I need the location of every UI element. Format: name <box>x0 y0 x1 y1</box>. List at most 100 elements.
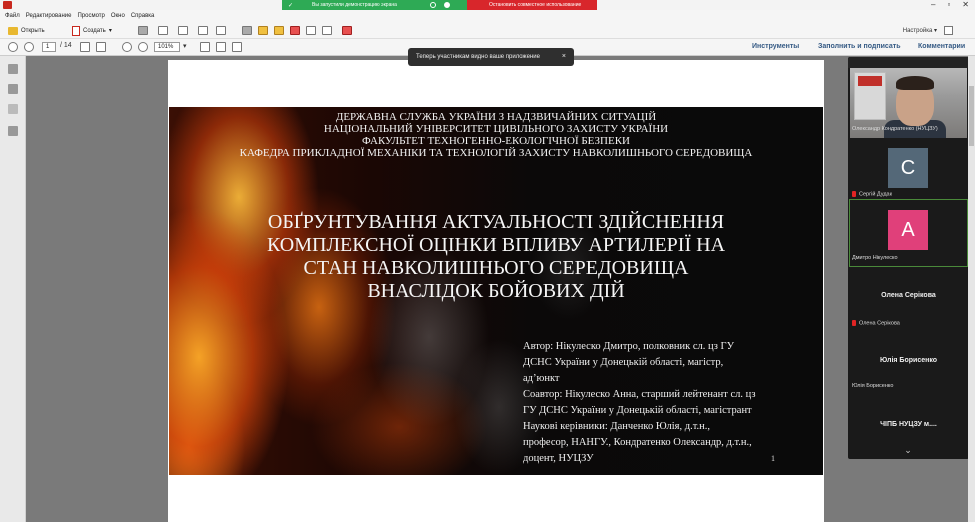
zoom-chevron-icon[interactable]: ▾ <box>183 42 187 50</box>
share-doc-icon[interactable] <box>342 26 352 35</box>
slide-page-number: 1 <box>771 454 775 463</box>
participant-name: Олександр Кондратенко (НУЦЗУ) <box>852 126 938 132</box>
zoom-out-icon[interactable] <box>122 42 132 52</box>
zoom-in-icon[interactable] <box>138 42 148 52</box>
menu-window[interactable]: Окно <box>111 13 125 19</box>
close-icon[interactable]: × <box>562 48 566 66</box>
comments-panel-link[interactable]: Комментарии <box>918 43 965 50</box>
author-line: ГУ ДСНС України у Донецькій області, маг… <box>523 405 752 416</box>
open-label: Открыть <box>21 27 45 34</box>
participants-panel: Олександр Кондратенко (НУЦЗУ) С Сергій Д… <box>848 57 969 459</box>
cloud-icon[interactable] <box>158 26 168 35</box>
acrobat-app-icon <box>3 1 12 9</box>
settings-dropdown[interactable]: Настройка ▾ <box>903 27 937 34</box>
title-line: ОБҐРУНТУВАННЯ АКТУАЛЬНОСТІ ЗДІЙСНЕННЯ <box>267 211 725 233</box>
zoom-level-select[interactable]: 101% <box>154 42 180 52</box>
header-line: ФАКУЛЬТЕТ ТЕХНОГЕННО-ЕКОЛОГІЧНОЇ БЕЗПЕКИ <box>362 135 630 147</box>
page-number-input[interactable]: 1 <box>42 42 56 52</box>
attach-icon[interactable] <box>306 26 316 35</box>
author-line: Наукові керівники: Данченко Юлія, д.т.н.… <box>523 421 711 432</box>
slide-author-block: Автор: Нікулеско Дмитро, полковник сл. ц… <box>523 339 803 467</box>
header-line: КАФЕДРА ПРИКЛАДНОЇ МЕХАНІКИ ТА ТЕХНОЛОГІ… <box>239 147 753 159</box>
share-tooltip: Теперь участникам видно ваше приложение … <box>408 48 574 66</box>
stop-share-button[interactable]: Остановить совместное использование <box>467 0 597 10</box>
presentation-slide: ДЕРЖАВНА СЛУЖБА УКРАЇНИ З НАДЗВИЧАЙНИХ С… <box>169 107 823 475</box>
participant-name: Дмитро Нікулеско <box>852 255 898 261</box>
menu-bar: Файл Редактирование Просмотр Окно Справк… <box>0 10 975 22</box>
author-line: доцент, НУЦЗУ <box>523 453 594 464</box>
menu-help[interactable]: Справка <box>131 13 155 19</box>
fit-width-icon[interactable] <box>200 42 210 52</box>
chevron-down-icon[interactable]: ⌄ <box>900 445 916 455</box>
highlight-icon[interactable] <box>274 26 284 35</box>
screen-share-banner: ✓ Вы запустили демонстрацию экрана Остан… <box>282 0 597 10</box>
settings-label: Настройка <box>902 28 933 34</box>
navigation-pane <box>0 56 26 522</box>
participant-name: Юлія Борисенко <box>852 383 894 389</box>
background-poster-banner <box>858 76 882 86</box>
header-line: ДЕРЖАВНА СЛУЖБА УКРАЇНИ З НАДЗВИЧАЙНИХ С… <box>335 111 657 123</box>
video-person-hair <box>896 76 934 90</box>
avatar: С <box>888 148 928 188</box>
create-label: Создать <box>83 27 106 34</box>
attachments-panel-icon[interactable] <box>8 126 18 136</box>
pdf-page: ДЕРЖАВНА СЛУЖБА УКРАЇНИ З НАДЗВИЧАЙНИХ С… <box>168 60 824 522</box>
expand-icon[interactable] <box>944 26 953 35</box>
create-button[interactable]: Создать ▾ <box>72 25 112 36</box>
participant-label: Юлія Борисенко <box>879 357 938 364</box>
share-status-bar: ✓ Вы запустили демонстрацию экрана <box>282 0 467 10</box>
menu-edit[interactable]: Редактирование <box>26 13 72 19</box>
header-line: НАЦІОНАЛЬНИЙ УНІВЕРСИТЕТ ЦИВІЛЬНОГО ЗАХИ… <box>323 123 669 135</box>
vertical-scrollbar[interactable] <box>968 56 975 522</box>
menu-view[interactable]: Просмотр <box>77 13 104 19</box>
menu-file[interactable]: Файл <box>5 13 20 19</box>
scrollbar-thumb[interactable] <box>969 86 974 146</box>
chevron-down-icon: ▾ <box>108 28 112 34</box>
next-page-icon[interactable] <box>24 42 34 52</box>
main-toolbar: Открыть Создать ▾ Настройка ▾ <box>0 22 975 39</box>
open-button[interactable]: Открыть <box>8 25 45 36</box>
close-window-icon[interactable]: ✕ <box>962 0 969 10</box>
participant-name: Олена Серікова <box>852 320 900 326</box>
print-icon[interactable] <box>178 26 188 35</box>
minimize-icon[interactable]: – <box>931 0 935 10</box>
document-icon[interactable] <box>322 26 332 35</box>
share-notice-text: Вы запустили демонстрацию экрана <box>312 2 397 8</box>
author-line: ДСНС України у Донецькій області, магіст… <box>523 357 724 368</box>
maximize-icon[interactable]: ▫ <box>947 0 950 10</box>
gear-icon[interactable] <box>242 26 252 35</box>
edit-icon[interactable] <box>198 26 208 35</box>
pages-panel-icon[interactable] <box>8 64 18 74</box>
mail-icon[interactable] <box>216 26 226 35</box>
tools-panel-link[interactable]: Инструменты <box>752 43 799 50</box>
slide-title: ОБҐРУНТУВАННЯ АКТУАЛЬНОСТІ ЗДІЙСНЕННЯ КО… <box>169 211 823 303</box>
fill-sign-panel-link[interactable]: Заполнить и подписать <box>818 43 901 50</box>
participant-name: Сергій Дудак <box>852 191 892 197</box>
hand-tool-icon[interactable] <box>96 42 106 52</box>
title-line: КОМПЛЕКСНОЇ ОЦІНКИ ВПЛИВУ АРТИЛЕРІЇ НА <box>266 234 726 256</box>
author-line: ад’юнкт <box>523 373 560 384</box>
save-icon[interactable] <box>138 26 148 35</box>
prev-page-icon[interactable] <box>8 42 18 52</box>
share-check-icon: ✓ <box>288 2 294 9</box>
title-line: ВНАСЛІДОК БОЙОВИХ ДІЙ <box>367 280 625 302</box>
slide-header: ДЕРЖАВНА СЛУЖБА УКРАЇНИ З НАДЗВИЧАЙНИХ С… <box>169 111 823 159</box>
comment-icon[interactable] <box>258 26 268 35</box>
stamp-icon[interactable] <box>290 26 300 35</box>
page-total: / 14 <box>60 42 72 49</box>
participant-name-text: Сергій Дудак <box>859 191 893 198</box>
muted-mic-icon <box>852 320 856 326</box>
share-record-icon[interactable] <box>444 2 450 8</box>
share-pause-icon[interactable] <box>430 2 436 8</box>
bookmarks-panel-icon[interactable] <box>8 84 18 94</box>
window-controls: – ▫ ✕ <box>931 0 969 10</box>
create-pdf-icon <box>72 25 80 36</box>
select-cursor-icon[interactable] <box>80 42 90 52</box>
folder-icon <box>8 26 18 35</box>
fit-page-icon[interactable] <box>216 42 226 52</box>
participant-label: ЧІПБ НУЦЗУ м.... <box>880 421 937 428</box>
tooltip-text: Теперь участникам видно ваше приложение <box>416 54 540 60</box>
two-page-icon[interactable] <box>232 42 242 52</box>
panel-header[interactable] <box>848 57 969 68</box>
signatures-panel-icon[interactable] <box>8 104 18 114</box>
